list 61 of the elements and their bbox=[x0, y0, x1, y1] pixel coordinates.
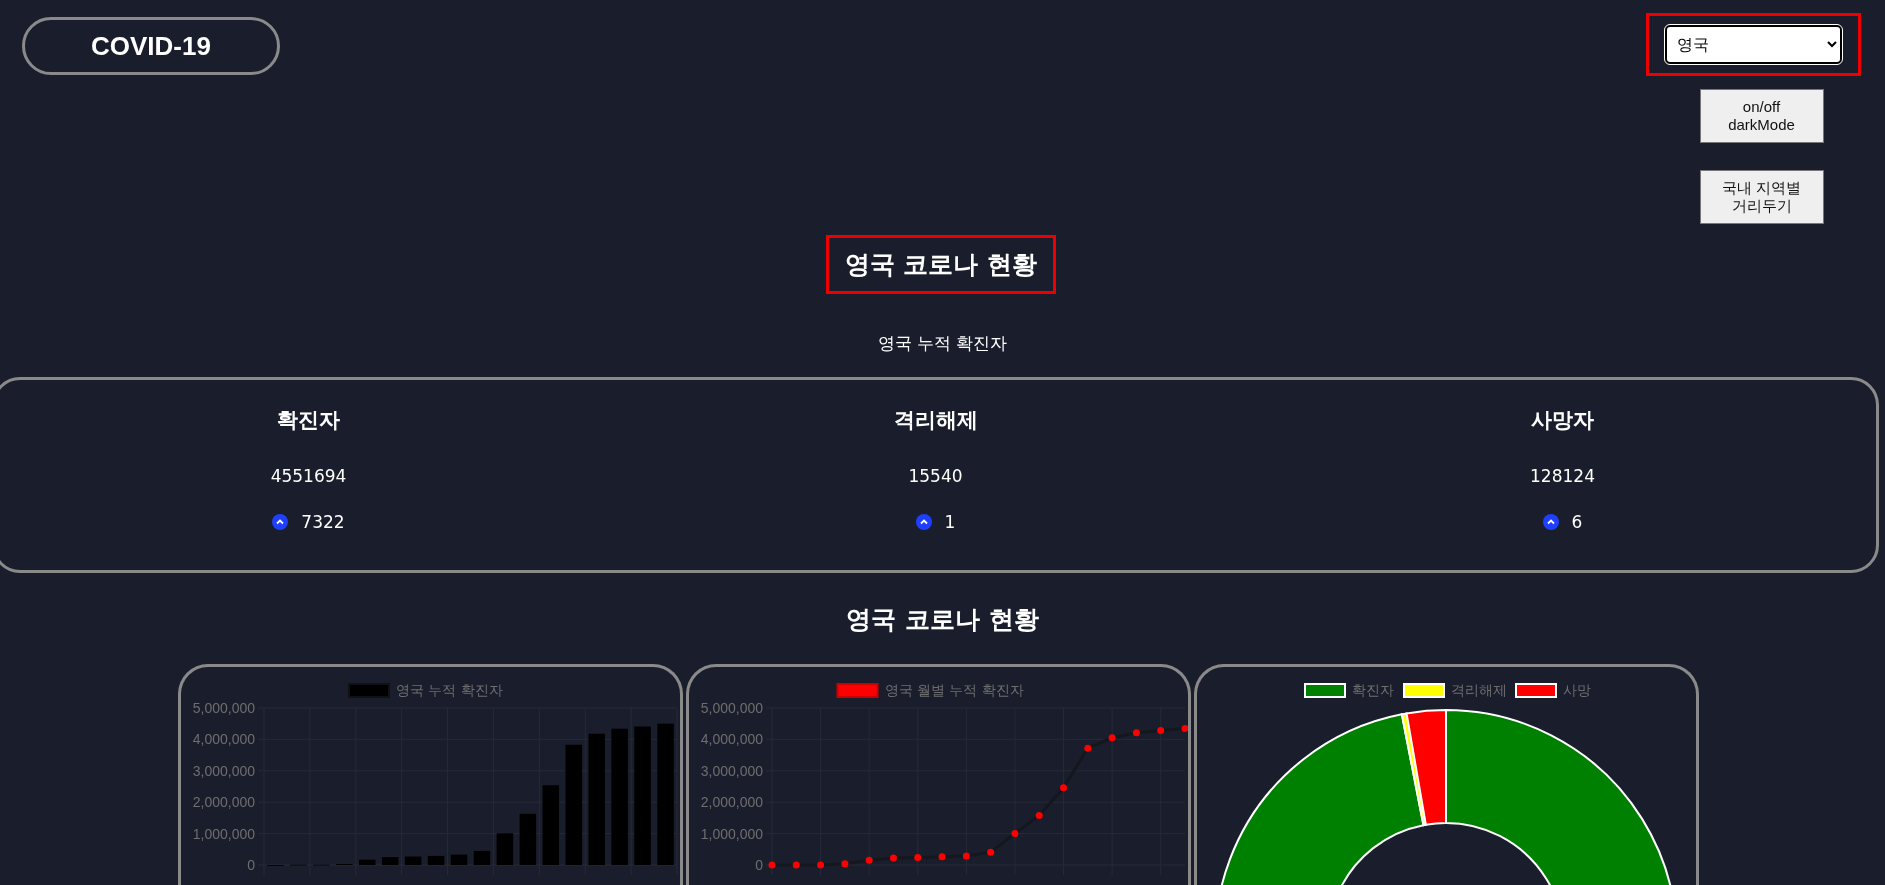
stat-value: 15540 bbox=[908, 466, 963, 486]
bar bbox=[427, 855, 445, 865]
stat-change-value: 1 bbox=[944, 512, 956, 532]
axis-tick-label: 0 bbox=[247, 857, 255, 873]
charts-title: 영국 코로나 현황 bbox=[845, 604, 1040, 636]
data-point bbox=[962, 852, 970, 860]
stat-change-value: 7322 bbox=[301, 512, 345, 532]
data-point bbox=[1060, 784, 1068, 792]
data-point bbox=[938, 853, 946, 861]
bar bbox=[519, 813, 537, 865]
data-point bbox=[1084, 744, 1092, 752]
bar bbox=[450, 854, 468, 865]
data-point bbox=[1011, 830, 1019, 838]
legend-label[interactable]: 확진자 bbox=[1352, 682, 1394, 698]
data-point bbox=[817, 861, 825, 869]
data-point bbox=[1132, 729, 1140, 737]
stat-label: 격리해제 bbox=[893, 407, 978, 434]
stat-label: 사망자 bbox=[1531, 407, 1594, 434]
data-point bbox=[1108, 734, 1116, 742]
axis-tick-label: 3,000,000 bbox=[192, 762, 255, 779]
stat-value: 128124 bbox=[1530, 466, 1595, 486]
axis-tick-label: 5,000,000 bbox=[700, 700, 763, 716]
data-point bbox=[914, 853, 922, 861]
axis-tick-label: 1,000,000 bbox=[192, 825, 255, 842]
data-point bbox=[987, 848, 995, 856]
page-title: 영국 코로나 현황 bbox=[825, 235, 1057, 294]
legend-swatch[interactable] bbox=[348, 683, 390, 698]
data-point bbox=[841, 860, 849, 868]
data-point bbox=[1157, 727, 1165, 735]
axis-tick-label: 1,000,000 bbox=[700, 825, 763, 842]
axis-tick-label: 4,000,000 bbox=[192, 731, 255, 748]
subtitle: 영국 누적 확진자 bbox=[876, 332, 1009, 355]
data-point bbox=[1181, 724, 1188, 732]
axis-tick-label: 3,000,000 bbox=[700, 762, 763, 779]
bar bbox=[381, 857, 399, 865]
legend-label[interactable]: 사망 bbox=[1563, 682, 1591, 698]
bar bbox=[359, 859, 376, 865]
legend-label[interactable]: 격리해제 bbox=[1451, 682, 1507, 698]
logo: COVID-19 bbox=[22, 17, 280, 75]
axis-tick-label: 0 bbox=[755, 857, 763, 873]
stat-label: 확진자 bbox=[277, 407, 340, 434]
country-select[interactable]: 영국 bbox=[1665, 25, 1842, 64]
legend-swatch[interactable] bbox=[836, 683, 879, 698]
data-point bbox=[768, 861, 776, 869]
data-point bbox=[889, 854, 897, 862]
legend-label[interactable]: 영국 누적 확진자 bbox=[396, 682, 503, 698]
data-point bbox=[865, 856, 873, 864]
axis-tick-label: 5,000,000 bbox=[192, 700, 255, 716]
button[interactable]: 국내 지역별 거리두기 bbox=[1699, 170, 1824, 224]
axis-tick-label: 2,000,000 bbox=[192, 794, 255, 811]
button[interactable]: on/off darkMode bbox=[1699, 89, 1824, 143]
legend-label[interactable]: 영국 월별 누적 확진자 bbox=[884, 682, 1024, 698]
axis-tick-label: 4,000,000 bbox=[700, 731, 763, 748]
stat-change-value: 6 bbox=[1571, 512, 1583, 532]
axis-tick-label: 2,000,000 bbox=[700, 794, 763, 811]
bar bbox=[473, 850, 491, 865]
data-point bbox=[792, 861, 800, 869]
stat-value: 4551694 bbox=[270, 466, 347, 486]
bar bbox=[496, 833, 514, 865]
data-point bbox=[1035, 811, 1043, 819]
bar bbox=[404, 856, 422, 865]
